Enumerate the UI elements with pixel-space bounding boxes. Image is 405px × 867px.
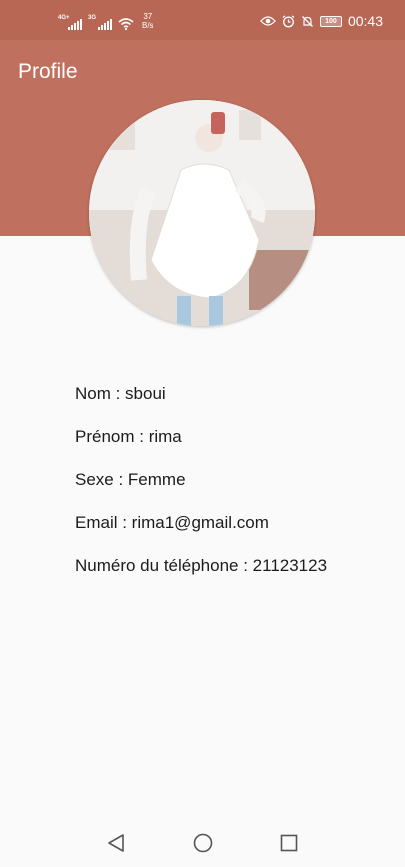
- eye-icon: [260, 16, 276, 26]
- status-left: 4G+ 3G 37 B/s: [58, 12, 154, 30]
- profile-info: Nom : sboui Prénom : rima Sexe : Femme E…: [75, 384, 327, 599]
- status-right: 100 00:43: [260, 13, 383, 29]
- profile-nom: Nom : sboui: [75, 384, 166, 403]
- profile-avatar: [89, 100, 315, 326]
- clock: 00:43: [347, 13, 383, 29]
- wifi-icon: [118, 18, 134, 30]
- signal-icon-2: 3G: [88, 15, 112, 30]
- alarm-icon: [282, 14, 295, 27]
- signal1-label: 4G+: [58, 15, 70, 21]
- navigation-bar: [0, 820, 405, 867]
- battery-icon: 100: [319, 15, 342, 27]
- page-title: Profile: [18, 60, 78, 83]
- signal-icon-1: 4G+: [58, 15, 82, 30]
- profile-prenom: Prénom : rima: [75, 427, 182, 446]
- mute-icon: [301, 15, 313, 27]
- back-icon[interactable]: [106, 832, 126, 854]
- profile-email: Email : rima1@gmail.com: [75, 513, 269, 532]
- profile-telephone: Numéro du téléphone : 21123123: [75, 556, 328, 575]
- status-bar: 4G+ 3G 37 B/s 100 00:43: [0, 0, 405, 40]
- network-speed: 37 B/s: [142, 12, 154, 30]
- speed-value: 37: [143, 12, 153, 21]
- speed-unit: B/s: [142, 21, 154, 30]
- signal2-label: 3G: [88, 15, 97, 21]
- recents-icon[interactable]: [279, 832, 299, 854]
- home-icon[interactable]: [192, 832, 214, 854]
- profile-sexe: Sexe : Femme: [75, 470, 186, 489]
- avatar-photo: [89, 100, 315, 326]
